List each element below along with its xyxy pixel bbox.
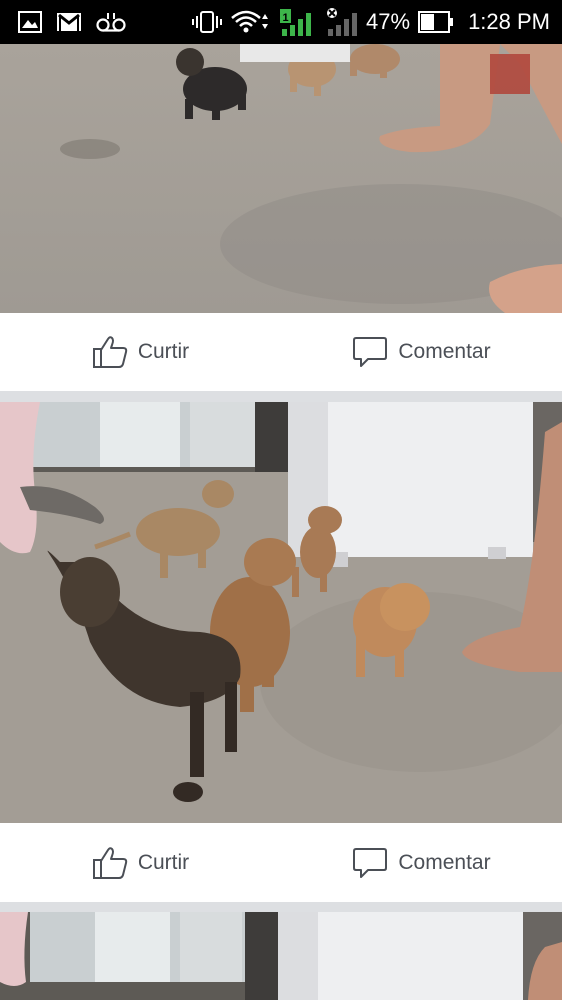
status-right-icons: 1 47% 1:28 PM [192, 7, 550, 37]
comment-icon [353, 847, 388, 878]
wifi-icon [231, 10, 269, 33]
like-label: Curtir [137, 850, 190, 874]
battery-percent: 47% [366, 9, 411, 34]
gallery-icon [18, 11, 42, 33]
status-time: 1:28 PM [468, 9, 550, 34]
battery-icon [418, 11, 454, 33]
status-bar: 1 47% 1:28 PM [0, 0, 562, 44]
status-left-icons [18, 11, 126, 33]
voicemail-icon [96, 13, 126, 32]
comment-button[interactable]: Comentar [281, 335, 562, 369]
thumbs-up-icon [92, 846, 128, 879]
post-photo-2[interactable] [0, 402, 562, 823]
svg-text:1: 1 [283, 12, 289, 24]
post-separator [0, 902, 562, 912]
vibrate-icon [192, 11, 223, 33]
post-photo-3[interactable] [0, 912, 562, 1000]
post-separator [0, 391, 562, 402]
puppies-photo [0, 912, 562, 1000]
signal-icon: 1 [280, 9, 312, 36]
thumbs-up-icon [92, 336, 128, 368]
comment-button[interactable]: Comentar [281, 846, 562, 880]
gmail-icon [57, 13, 81, 31]
like-label: Curtir [137, 340, 190, 363]
post-actions-2: Curtir Comentar [0, 823, 562, 902]
post-actions-1: Curtir Comentar [0, 313, 562, 391]
puppies-photo [0, 402, 562, 823]
comment-label: Comentar [398, 850, 491, 874]
puppies-photo [0, 44, 562, 313]
signal-noservice-icon [327, 8, 358, 36]
comment-label: Comentar [398, 340, 491, 363]
post-photo-1[interactable] [0, 44, 562, 313]
like-button[interactable]: Curtir [0, 335, 281, 369]
like-button[interactable]: Curtir [0, 846, 281, 880]
comment-icon [353, 337, 388, 367]
